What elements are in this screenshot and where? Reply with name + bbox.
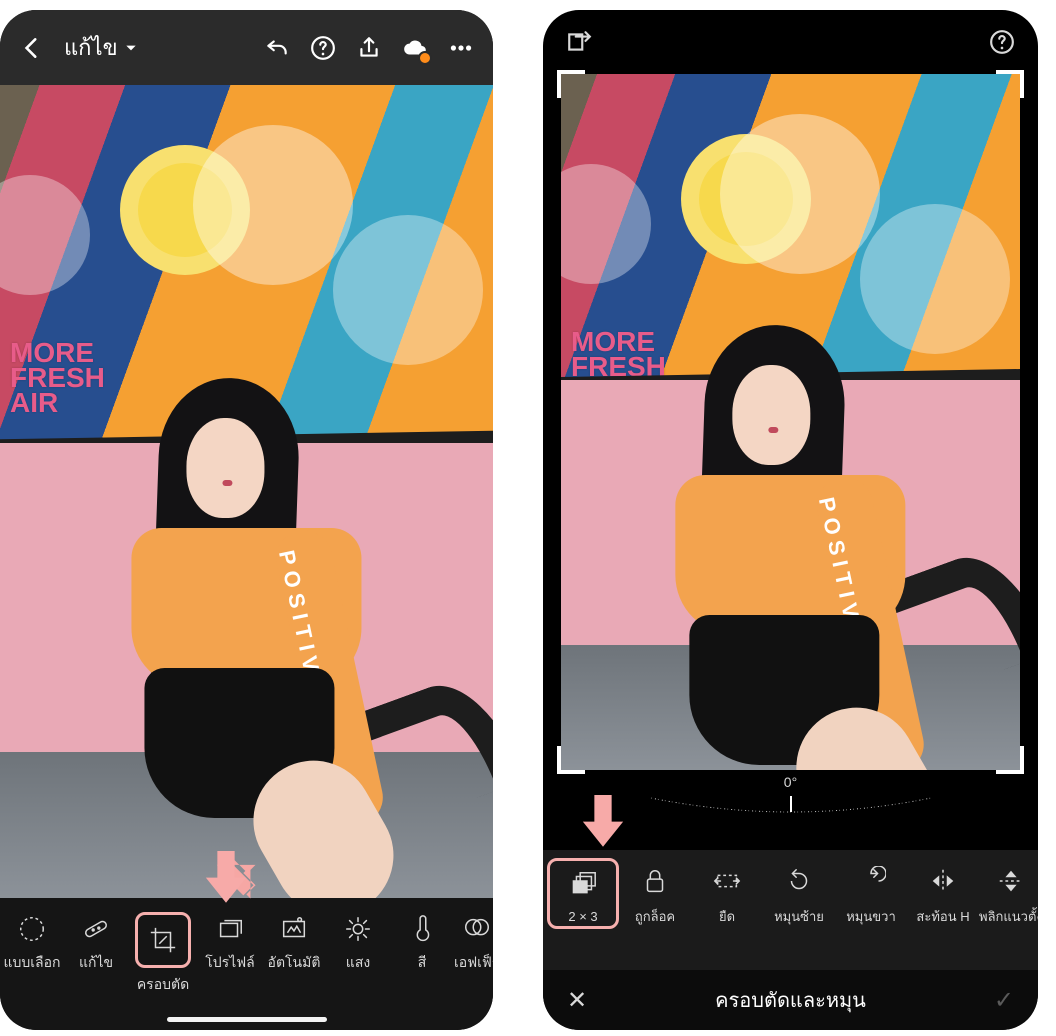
crop-canvas[interactable]: MORE FRESH AIR MORE FRESH AIR POSITIVITY bbox=[561, 74, 1020, 770]
help-icon[interactable] bbox=[309, 34, 337, 62]
edit-header: แก้ไข bbox=[0, 10, 493, 85]
aspect-stack-icon bbox=[566, 867, 600, 901]
callout-arrow bbox=[567, 782, 639, 854]
tool-effect[interactable]: เอฟเฟ็ก bbox=[454, 912, 493, 974]
tool-label: หมุนขวา bbox=[846, 906, 896, 927]
back-icon[interactable] bbox=[18, 34, 46, 62]
callout-arrow bbox=[190, 838, 262, 910]
tool-label: โปรไฟล์ bbox=[205, 952, 254, 974]
share-icon[interactable] bbox=[355, 34, 383, 62]
tool-label: พลิกแนวตั้ง bbox=[979, 906, 1038, 927]
confirm-button[interactable]: ✓ bbox=[994, 986, 1014, 1015]
tool-label: อัตโนมัติ bbox=[268, 952, 321, 974]
warning-badge bbox=[418, 51, 432, 65]
tool-label: ยืด bbox=[719, 906, 735, 927]
phone-screen-edit: แก้ไข MORE FRESH AIR MORE FRESH AIR bbox=[0, 10, 493, 1030]
crop-bottom-bar: ✕ ครอบตัดและหมุน ✓ bbox=[543, 970, 1038, 1030]
tool-auto[interactable]: อัตโนมัติ bbox=[262, 912, 326, 974]
tool-label: แสง bbox=[346, 952, 370, 974]
crop-header bbox=[543, 10, 1038, 74]
crop-icon bbox=[135, 912, 191, 968]
aspect-icon[interactable] bbox=[565, 28, 593, 56]
tool-locked[interactable]: ถูกล็อค bbox=[619, 864, 691, 927]
cancel-button[interactable]: ✕ bbox=[567, 986, 587, 1015]
tool-label: ครอบตัด bbox=[137, 974, 189, 996]
cropped-photo: MORE FRESH AIR MORE FRESH AIR POSITIVITY bbox=[561, 74, 1020, 770]
tool-crop[interactable]: ครอบตัด bbox=[128, 912, 198, 996]
flip-v-icon bbox=[994, 864, 1028, 898]
tool-flip-h[interactable]: สะท้อน H bbox=[907, 864, 979, 927]
home-indicator[interactable] bbox=[167, 1017, 327, 1022]
chevron-down-icon bbox=[124, 41, 138, 55]
header-title-wrap[interactable]: แก้ไข bbox=[64, 30, 245, 65]
tool-light[interactable]: แสง bbox=[326, 912, 390, 974]
header-title: แก้ไข bbox=[64, 30, 118, 65]
brightness-icon bbox=[341, 912, 375, 946]
angle-value: 0° bbox=[784, 774, 797, 790]
bandage-icon bbox=[79, 912, 113, 946]
stretch-icon bbox=[710, 864, 744, 898]
crop-toolbar: 2 × 3 ถูกล็อค ยืด หมุนซ้าย หมุนขวา สะท้อ… bbox=[543, 850, 1038, 970]
tool-label: สี bbox=[418, 952, 427, 974]
crop-handle-tl[interactable] bbox=[557, 70, 585, 98]
cloud-warning-icon[interactable] bbox=[401, 34, 429, 62]
image-canvas[interactable]: MORE FRESH AIR MORE FRESH AIR POSITIVITY bbox=[0, 85, 493, 898]
tool-rotate-right[interactable]: หมุนขวา bbox=[835, 864, 907, 927]
effects-icon bbox=[460, 912, 493, 946]
help-icon[interactable] bbox=[988, 28, 1016, 56]
tool-label: ถูกล็อค bbox=[635, 906, 675, 927]
tool-edit[interactable]: แก้ไข bbox=[64, 912, 128, 974]
tool-label: สะท้อน H bbox=[916, 906, 969, 927]
crop-handle-tr[interactable] bbox=[996, 70, 1024, 98]
tool-profile[interactable]: โปรไฟล์ bbox=[198, 912, 262, 974]
profile-stack-icon bbox=[213, 912, 247, 946]
tool-label: แบบเลือก bbox=[3, 952, 60, 974]
tool-aspect-ratio[interactable]: 2 × 3 bbox=[547, 858, 619, 929]
crop-handle-br[interactable] bbox=[996, 746, 1024, 774]
angle-arc-icon bbox=[641, 796, 941, 816]
tool-select[interactable]: แบบเลือก bbox=[0, 912, 64, 974]
edited-photo: MORE FRESH AIR MORE FRESH AIR POSITIVITY bbox=[0, 85, 493, 898]
tool-flip-v[interactable]: พลิกแนวตั้ง bbox=[979, 864, 1038, 927]
more-icon[interactable] bbox=[447, 34, 475, 62]
temperature-icon bbox=[405, 912, 439, 946]
tool-stretch[interactable]: ยืด bbox=[691, 864, 763, 927]
tool-label: เอฟเฟ็ก bbox=[454, 952, 493, 974]
tool-color[interactable]: สี bbox=[390, 912, 454, 974]
tool-rotate-left[interactable]: หมุนซ้าย bbox=[763, 864, 835, 927]
tool-label: แก้ไข bbox=[79, 952, 113, 974]
auto-enhance-icon bbox=[277, 912, 311, 946]
panel-title: ครอบตัดและหมุน bbox=[715, 984, 866, 1016]
flip-h-icon bbox=[926, 864, 960, 898]
edit-toolbar: แบบเลือก แก้ไข ครอบตัด โปรไฟล์ อัตโนมัติ… bbox=[0, 898, 493, 1030]
rotate-right-icon bbox=[854, 864, 888, 898]
lock-icon bbox=[638, 864, 672, 898]
select-circle-icon bbox=[15, 912, 49, 946]
tool-label: 2 × 3 bbox=[568, 909, 597, 924]
crop-handle-bl[interactable] bbox=[557, 746, 585, 774]
tool-label: หมุนซ้าย bbox=[774, 906, 824, 927]
undo-icon[interactable] bbox=[263, 34, 291, 62]
phone-screen-crop: MORE FRESH AIR MORE FRESH AIR POSITIVITY… bbox=[543, 10, 1038, 1030]
rotate-left-icon bbox=[782, 864, 816, 898]
